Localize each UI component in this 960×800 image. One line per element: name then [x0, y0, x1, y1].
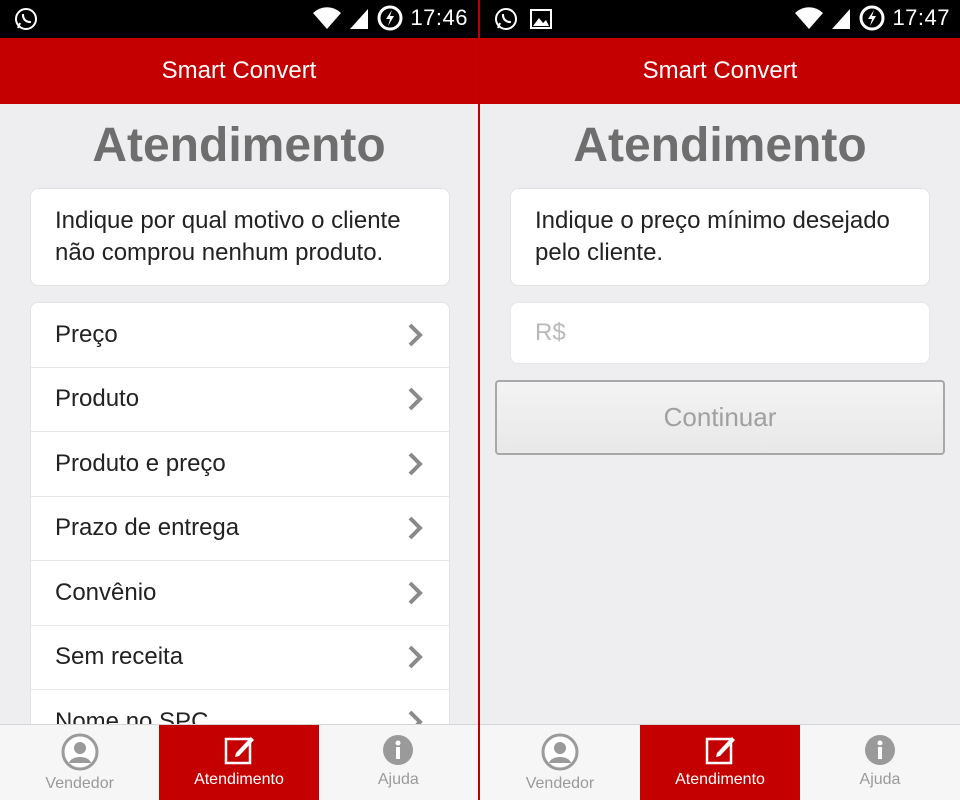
- status-bar: 17:47: [480, 0, 960, 38]
- chevron-right-icon: [408, 452, 423, 476]
- reason-list: Preço Produto Produto e preço Prazo de e…: [30, 302, 450, 762]
- page-title: Atendimento: [92, 119, 386, 172]
- list-item-label: Prazo de entrega: [55, 514, 240, 542]
- instruction-text: Indique por qual motivo o cliente não co…: [55, 207, 401, 266]
- instruction-card: Indique por qual motivo o cliente não co…: [30, 188, 450, 286]
- app-title: Smart Convert: [642, 57, 798, 84]
- battery-charging-icon: [859, 5, 885, 31]
- continue-button[interactable]: Continuar: [495, 380, 945, 455]
- chevron-right-icon: [408, 516, 423, 540]
- tab-label: Vendedor: [525, 775, 595, 792]
- tab-label: Ajuda: [377, 771, 419, 788]
- wifi-icon: [313, 7, 342, 29]
- info-icon: [383, 735, 414, 765]
- list-item-label: Convênio: [55, 578, 157, 606]
- signal-icon: [350, 9, 369, 29]
- whatsapp-icon: [15, 8, 37, 30]
- list-item-sem-receita[interactable]: Sem receita: [31, 626, 449, 690]
- bottom-tab-bar: Vendedor Atendimento Ajuda: [480, 724, 960, 800]
- list-item-label: Preço: [55, 320, 118, 348]
- page-title: Atendimento: [573, 119, 867, 172]
- status-time: 17:46: [410, 5, 468, 30]
- tab-vendedor[interactable]: Vendedor: [0, 725, 159, 800]
- list-item-convenio[interactable]: Convênio: [31, 561, 449, 626]
- list-item-prazo-de-entrega[interactable]: Prazo de entrega: [31, 497, 449, 561]
- chevron-right-icon: [408, 387, 423, 411]
- price-input-placeholder: R$: [535, 319, 566, 346]
- list-item-preco[interactable]: Preço: [31, 303, 449, 368]
- user-icon: [61, 733, 99, 771]
- wifi-icon: [795, 7, 824, 29]
- app-title: Smart Convert: [161, 57, 317, 84]
- tab-atendimento[interactable]: Atendimento: [640, 725, 800, 800]
- tab-label: Ajuda: [859, 771, 901, 788]
- status-bar: 17:46: [0, 0, 478, 38]
- chevron-right-icon: [408, 581, 423, 605]
- chevron-right-icon: [408, 645, 423, 669]
- instruction-card: Indique o preço mínimo desejado pelo cli…: [510, 188, 930, 286]
- screen-minimum-price: 17:47 Smart Convert Atendimento Indique …: [480, 0, 960, 800]
- instruction-text: Indique o preço mínimo desejado pelo cli…: [535, 207, 890, 266]
- tab-ajuda[interactable]: Ajuda: [800, 725, 960, 800]
- edit-icon: [705, 737, 735, 765]
- whatsapp-icon: [495, 8, 517, 30]
- app-bar: Smart Convert: [0, 38, 478, 104]
- price-input[interactable]: R$: [510, 302, 930, 364]
- tab-label: Atendimento: [194, 771, 284, 788]
- list-item-label: Sem receita: [55, 643, 184, 671]
- tab-vendedor[interactable]: Vendedor: [480, 725, 640, 800]
- list-item-produto-e-preco[interactable]: Produto e preço: [31, 432, 449, 497]
- tab-atendimento[interactable]: Atendimento: [159, 725, 319, 800]
- bottom-tab-bar: Vendedor Atendimento Ajuda: [0, 724, 478, 800]
- user-icon: [541, 733, 579, 771]
- tab-label: Atendimento: [675, 771, 765, 788]
- screen-reason-list: 17:46 Smart Convert Atendimento Indique …: [0, 0, 480, 800]
- tab-ajuda[interactable]: Ajuda: [319, 725, 478, 800]
- edit-icon: [224, 737, 254, 765]
- signal-icon: [832, 9, 851, 29]
- info-icon: [865, 735, 895, 765]
- battery-charging-icon: [377, 5, 403, 31]
- tab-label: Vendedor: [45, 775, 114, 792]
- status-time: 17:47: [892, 5, 950, 30]
- continue-button-label: Continuar: [663, 402, 777, 432]
- chevron-right-icon: [408, 323, 423, 347]
- app-bar: Smart Convert: [480, 38, 960, 104]
- image-icon: [530, 9, 552, 29]
- list-item-label: Produto e preço: [55, 449, 226, 477]
- list-item-produto[interactable]: Produto: [31, 368, 449, 432]
- list-item-label: Produto: [55, 385, 140, 413]
